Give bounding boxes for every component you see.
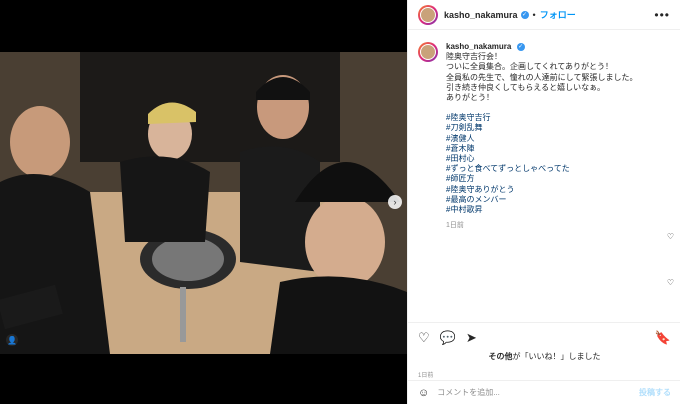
caption-body: kasho_nakamura ✓ 陸奥守吉行会！ ついに全員集合。企画してくれて… <box>446 42 637 231</box>
hashtag-link[interactable]: #ずっと食べてずっとしゃべってた <box>446 164 637 174</box>
instagram-post: › 👤 kasho_nakamura ✓ • フォロー ••• kasho_na… <box>0 0 680 404</box>
user-tag-icon[interactable]: 👤 <box>6 334 18 346</box>
hashtag-link[interactable]: #最高のメンバー <box>446 195 637 205</box>
hashtag-list: #陸奥守吉行 #刀剣乱舞 #濱健人 #蒼木陣 #田村心 #ずっと食べてずっとしゃ… <box>446 113 637 215</box>
more-options-icon[interactable]: ••• <box>654 8 670 22</box>
post-time: 1日前 <box>418 373 434 379</box>
caption: kasho_nakamura ✓ 陸奥守吉行会！ ついに全員集合。企画してくれて… <box>408 30 680 231</box>
comment-input[interactable] <box>437 388 639 397</box>
caption-text: 陸奥守吉行会！ ついに全員集合。企画してくれてありがとう！ 全員私の先生で、憧れ… <box>446 52 638 103</box>
verified-icon: ✓ <box>520 10 529 19</box>
post-actions: ♡ 💬 ➤ 🔖 その他が「いいね！」しました 1日前 <box>408 322 680 379</box>
caption-username[interactable]: kasho_nakamura <box>446 42 511 51</box>
post-media: › 👤 <box>0 0 407 404</box>
chevron-right-icon: › <box>393 197 397 207</box>
post-header: kasho_nakamura ✓ • フォロー ••• <box>408 0 680 30</box>
follow-button[interactable]: フォロー <box>540 8 576 21</box>
post-photo[interactable] <box>0 52 407 354</box>
likes-name[interactable]: その他 <box>489 352 513 361</box>
share-icon[interactable]: ➤ <box>466 330 477 346</box>
header-username[interactable]: kasho_nakamura <box>444 10 518 20</box>
heart-icon[interactable]: ♡ <box>667 278 674 287</box>
comment-icon[interactable]: 💬 <box>440 330 456 346</box>
bookmark-icon[interactable]: 🔖 <box>655 330 671 346</box>
action-icons: ♡ 💬 ➤ 🔖 <box>418 327 671 349</box>
post-side-panel: kasho_nakamura ✓ • フォロー ••• kasho_nakamu… <box>407 0 680 404</box>
next-photo-button[interactable]: › <box>388 195 402 209</box>
hashtag-link[interactable]: #中村歌昇 <box>446 205 637 215</box>
hashtag-link[interactable]: #陸奥守吉行 <box>446 113 637 123</box>
heart-icon[interactable]: ♡ <box>667 232 674 241</box>
post-comment-button[interactable]: 投稿する <box>639 387 671 398</box>
separator: • <box>532 9 536 20</box>
hashtag-link[interactable]: #蒼木陣 <box>446 144 637 154</box>
likes-text: その他が「いいね！」しました <box>418 351 671 362</box>
likes-suffix: が「いいね！」しました <box>512 352 601 361</box>
heart-icon[interactable]: ♡ <box>418 330 430 346</box>
hashtag-link[interactable]: #師匠方 <box>446 174 637 184</box>
hashtag-link[interactable]: #濱健人 <box>446 134 637 144</box>
comment-bar: ☺ 投稿する <box>408 380 680 404</box>
avatar[interactable] <box>418 4 438 25</box>
caption-time: 1日前 <box>446 222 464 230</box>
group-photo-illustration <box>0 52 407 354</box>
hashtag-link[interactable]: #刀剣乱舞 <box>446 123 637 133</box>
emoji-icon[interactable]: ☺ <box>418 387 429 399</box>
verified-icon: ✓ <box>516 42 525 51</box>
caption-avatar[interactable] <box>418 42 438 62</box>
hashtag-link[interactable]: #田村心 <box>446 154 637 164</box>
hashtag-link[interactable]: #陸奥守ありがとう <box>446 185 637 195</box>
